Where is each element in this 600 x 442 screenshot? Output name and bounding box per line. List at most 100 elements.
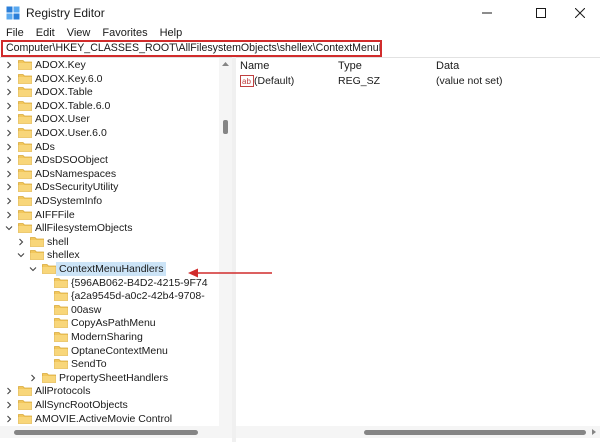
menu-bar: File Edit View Favorites Help <box>0 26 600 40</box>
folder-icon <box>30 236 44 247</box>
tree-item[interactable]: shell <box>0 235 232 249</box>
tree-item[interactable]: OptaneContextMenu <box>0 344 232 358</box>
tree-horizontal-scrollbar[interactable] <box>0 426 232 438</box>
tree-item[interactable]: AMOVIE.ActiveMovie Control <box>0 412 232 426</box>
tree-vertical-scrollbar[interactable] <box>219 58 232 426</box>
chevron-right-icon[interactable] <box>5 170 13 178</box>
folder-icon <box>54 277 68 288</box>
tree-item-label: ADOX.Key.6.0 <box>35 72 103 85</box>
chevron-right-icon[interactable] <box>5 156 13 164</box>
chevron-right-icon[interactable] <box>5 88 13 96</box>
tree-item[interactable]: PropertySheetHandlers <box>0 371 232 385</box>
tree-item-label: ADOX.Table <box>35 86 93 99</box>
chevron-right-icon[interactable] <box>17 238 25 246</box>
tree-item-label: AMOVIE.ActiveMovie Control <box>35 412 173 425</box>
tree-item-label: {a2a9545d-a0c2-42b4-9708- <box>71 290 205 303</box>
maximize-icon <box>536 8 546 18</box>
menu-help[interactable]: Help <box>160 26 183 40</box>
chevron-right-icon[interactable] <box>5 211 13 219</box>
tree-item[interactable]: {a2a9545d-a0c2-42b4-9708- <box>0 289 232 303</box>
address-bar[interactable]: Computer\HKEY_CLASSES_ROOT\AllFilesystem… <box>1 40 382 57</box>
chevron-right-icon[interactable] <box>5 415 13 423</box>
scroll-right-arrow-icon[interactable] <box>590 428 598 436</box>
svg-text:ab: ab <box>242 77 251 86</box>
folder-icon <box>54 345 68 356</box>
scrollbar-thumb[interactable] <box>14 430 198 435</box>
chevron-right-icon[interactable] <box>5 183 13 191</box>
chevron-down-icon[interactable] <box>29 265 37 273</box>
menu-edit[interactable]: Edit <box>36 26 55 40</box>
tree-item[interactable]: ADsDSOObject <box>0 153 232 167</box>
tree-item-label: ModernSharing <box>71 331 143 343</box>
folder-icon <box>18 100 32 111</box>
chevron-right-icon[interactable] <box>5 387 13 395</box>
menu-view[interactable]: View <box>67 26 91 40</box>
chevron-down-icon[interactable] <box>5 224 13 232</box>
chevron-right-icon[interactable] <box>5 61 13 69</box>
folder-icon <box>18 196 32 206</box>
folder-icon <box>54 291 68 302</box>
scrollbar-thumb[interactable] <box>223 120 228 134</box>
string-value-icon: ab <box>240 75 254 87</box>
tree-item[interactable]: ADSystemInfo <box>0 194 232 208</box>
column-header-data[interactable]: Data <box>436 59 459 73</box>
folder-icon <box>18 182 32 193</box>
tree-item[interactable]: ModernSharing <box>0 330 232 344</box>
tree-item[interactable]: AIFFFile <box>0 208 232 222</box>
chevron-right-icon[interactable] <box>29 374 37 382</box>
folder-icon <box>18 209 32 220</box>
value-list[interactable]: Name Type Data ab (Default) REG_SZ (valu… <box>236 58 600 430</box>
tree-item[interactable]: SendTo <box>0 357 232 371</box>
chevron-right-icon[interactable] <box>5 75 13 83</box>
chevron-right-icon[interactable] <box>5 401 13 409</box>
tree-item[interactable]: ADOX.Table.6.0 <box>0 99 232 113</box>
tree-item[interactable]: AllProtocols <box>0 384 232 398</box>
column-header-name[interactable]: Name <box>240 59 269 73</box>
tree-item[interactable]: AllSyncRootObjects <box>0 398 232 412</box>
folder-open-icon <box>30 250 44 261</box>
value-name: (Default) <box>254 75 295 87</box>
tree-item[interactable]: AllFilesystemObjects <box>0 221 232 235</box>
folder-icon <box>18 128 32 138</box>
title-bar: Registry Editor <box>0 0 600 26</box>
registry-editor-icon <box>6 6 20 20</box>
chevron-right-icon[interactable] <box>5 197 13 205</box>
tree-item[interactable]: 00asw <box>0 303 232 317</box>
tree-item[interactable]: ADOX.User.6.0 <box>0 126 232 140</box>
chevron-right-icon[interactable] <box>5 143 13 151</box>
chevron-right-icon[interactable] <box>5 102 13 110</box>
tree-item[interactable]: ADOX.Table <box>0 85 232 99</box>
chevron-right-icon[interactable] <box>5 129 13 137</box>
list-horizontal-scrollbar[interactable] <box>236 426 600 438</box>
tree-item-label: PropertySheetHandlers <box>59 371 169 384</box>
chevron-down-icon[interactable] <box>17 251 25 259</box>
tree-item[interactable]: shellex <box>0 248 232 262</box>
tree-item[interactable]: ADsSecurityUtility <box>0 180 232 194</box>
folder-icon <box>18 87 32 98</box>
folder-icon <box>42 372 56 383</box>
scroll-up-arrow-icon[interactable] <box>221 60 230 68</box>
key-tree[interactable]: ADOX.Key ADOX.Key.6.0 ADOX.Table ADOX.Table… <box>0 58 232 434</box>
tree-item[interactable]: ADs <box>0 140 232 154</box>
folder-icon <box>18 60 32 70</box>
tree-item[interactable]: ADOX.Key <box>0 58 232 72</box>
column-header-type[interactable]: Type <box>338 59 362 73</box>
tree-item-label: ADSystemInfo <box>35 195 103 207</box>
chevron-right-icon[interactable] <box>5 115 13 123</box>
folder-icon <box>18 73 32 84</box>
folder-open-icon <box>42 264 56 274</box>
tree-item[interactable]: ADOX.Key.6.0 <box>0 72 232 86</box>
menu-file[interactable]: File <box>6 26 24 40</box>
tree-item[interactable]: ADsNamespaces <box>0 167 232 181</box>
scrollbar-thumb[interactable] <box>364 430 586 435</box>
value-row[interactable]: ab (Default) REG_SZ (value not set) <box>236 74 600 88</box>
close-button[interactable] <box>557 0 600 26</box>
minimize-button[interactable] <box>464 0 510 26</box>
folder-icon <box>18 114 32 125</box>
tree-item-label: ADsSecurityUtility <box>35 181 119 194</box>
tree-item[interactable]: ADOX.User <box>0 112 232 126</box>
folder-icon <box>18 141 32 152</box>
tree-item[interactable]: CopyAsPathMenu <box>0 316 232 330</box>
menu-favorites[interactable]: Favorites <box>102 26 147 40</box>
tree-item-label: 00asw <box>71 303 102 316</box>
